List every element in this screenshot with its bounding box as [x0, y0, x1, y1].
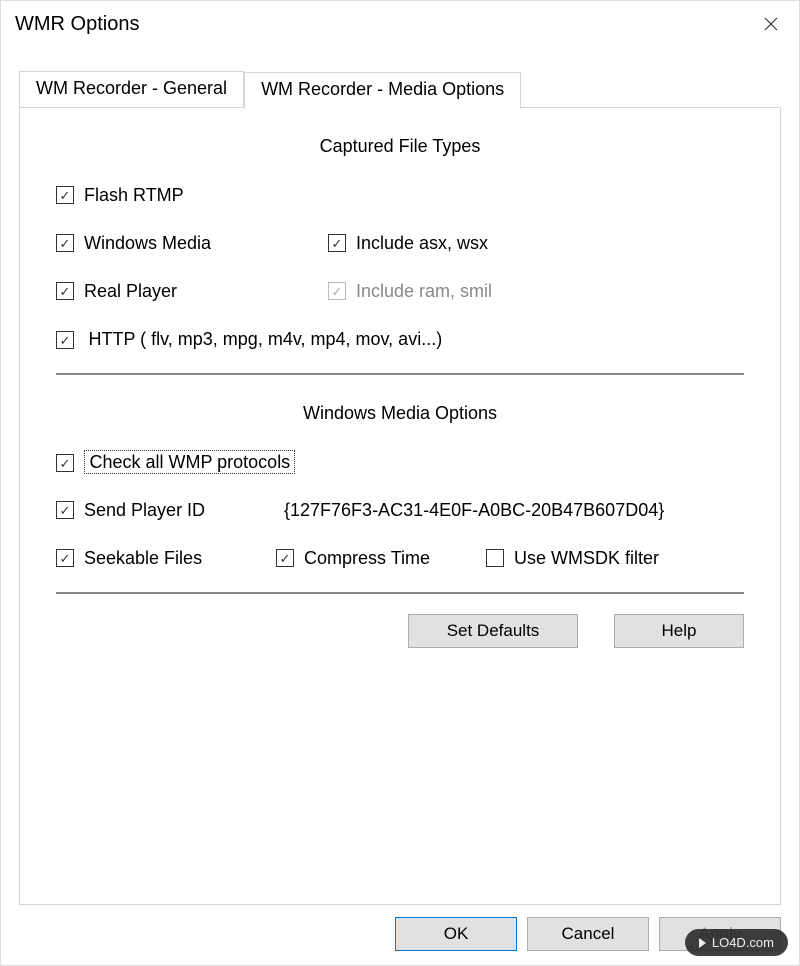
- checkbox-send-player-id[interactable]: [56, 501, 74, 519]
- watermark-text: LO4D.com: [712, 935, 774, 950]
- tabs-area: WM Recorder - General WM Recorder - Medi…: [1, 47, 799, 905]
- watermark: LO4D.com: [685, 929, 788, 956]
- label-seekable-files: Seekable Files: [84, 548, 202, 569]
- label-windows-media: Windows Media: [84, 233, 211, 254]
- panel-buttons: Set Defaults Help: [56, 614, 744, 648]
- ok-button[interactable]: OK: [395, 917, 517, 951]
- checkbox-include-ram: [328, 282, 346, 300]
- checkbox-check-all-wmp[interactable]: [56, 454, 74, 472]
- label-include-ram: Include ram, smil: [356, 281, 492, 302]
- cancel-button[interactable]: Cancel: [527, 917, 649, 951]
- section-title-wmo: Windows Media Options: [56, 403, 744, 424]
- options-window: WMR Options WM Recorder - General WM Rec…: [0, 0, 800, 966]
- close-icon: [764, 17, 778, 31]
- set-defaults-button[interactable]: Set Defaults: [408, 614, 578, 648]
- help-button[interactable]: Help: [614, 614, 744, 648]
- checkbox-include-asx[interactable]: [328, 234, 346, 252]
- label-check-all-wmp: Check all WMP protocols: [84, 450, 295, 474]
- checkbox-real-player[interactable]: [56, 282, 74, 300]
- checkbox-http[interactable]: [56, 331, 74, 349]
- label-http: HTTP ( flv, mp3, mpg, m4v, mp4, mov, avi…: [88, 329, 442, 349]
- tab-general[interactable]: WM Recorder - General: [19, 71, 244, 108]
- dialog-buttons: OK Cancel Apply: [1, 905, 799, 965]
- separator-1: [56, 373, 744, 375]
- checkbox-wmsdk-filter[interactable]: [486, 549, 504, 567]
- checkbox-windows-media[interactable]: [56, 234, 74, 252]
- checkbox-seekable-files[interactable]: [56, 549, 74, 567]
- label-include-asx: Include asx, wsx: [356, 233, 488, 254]
- tab-row: WM Recorder - General WM Recorder - Medi…: [19, 69, 781, 108]
- label-compress-time: Compress Time: [304, 548, 430, 569]
- close-button[interactable]: [757, 10, 785, 38]
- checkbox-compress-time[interactable]: [276, 549, 294, 567]
- titlebar: WMR Options: [1, 1, 799, 47]
- section-title-filetypes: Captured File Types: [56, 136, 744, 157]
- window-title: WMR Options: [15, 13, 139, 36]
- tab-panel-media: Captured File Types Flash RTMP Windows M…: [19, 107, 781, 905]
- label-wmsdk-filter: Use WMSDK filter: [514, 548, 659, 569]
- separator-2: [56, 592, 744, 594]
- label-send-player-id: Send Player ID: [84, 500, 205, 521]
- checkbox-flash-rtmp[interactable]: [56, 186, 74, 204]
- play-icon: [699, 938, 706, 948]
- tab-media-options[interactable]: WM Recorder - Media Options: [244, 72, 521, 109]
- label-real-player: Real Player: [84, 281, 177, 302]
- label-flash-rtmp: Flash RTMP: [84, 185, 184, 206]
- player-id-value: {127F76F3-AC31-4E0F-A0BC-20B47B607D04}: [284, 500, 664, 521]
